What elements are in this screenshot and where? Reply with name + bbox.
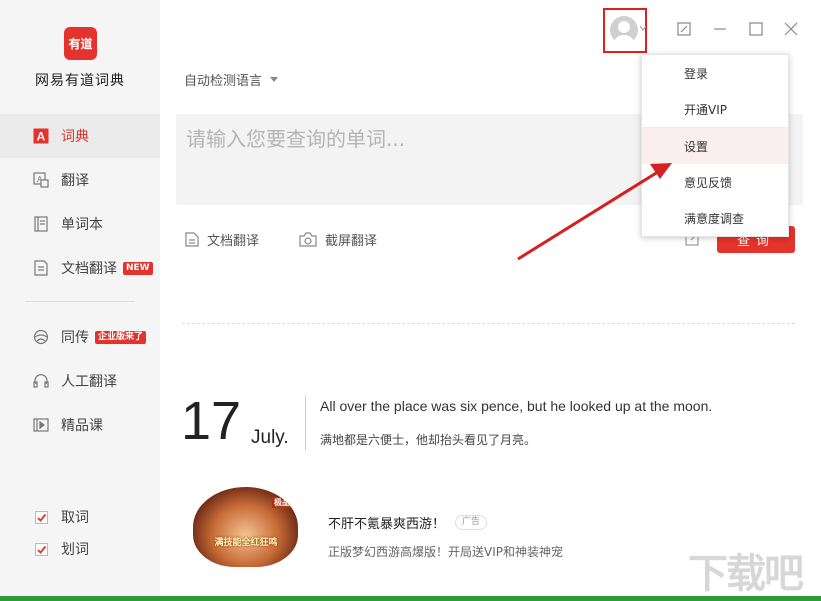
menu-item-login[interactable]: 登录 <box>642 55 788 91</box>
document-icon <box>185 232 199 247</box>
user-menu: 登录 开通VIP 设置 意见反馈 满意度调查 <box>641 54 789 237</box>
ad-title-text: 不肝不氪暴爽西游！ <box>328 517 446 532</box>
translate-icon: A <box>33 172 49 188</box>
sidebar-item-course[interactable]: 精品课 <box>0 403 160 447</box>
menu-item-survey[interactable]: 满意度调查 <box>642 200 788 236</box>
sidebar-item-wordbook[interactable]: 单词本 <box>0 202 160 246</box>
select-word-toggle[interactable]: 划词 <box>35 539 89 559</box>
language-select-label: 自动检测语言 <box>184 74 263 89</box>
sidebar-item-label: 单词本 <box>61 217 103 233</box>
user-avatar-button[interactable] <box>603 8 647 53</box>
course-icon <box>33 417 49 433</box>
ad-title[interactable]: 不肝不氪暴爽西游！ 广告 <box>328 513 488 532</box>
sidebar-item-document-translate[interactable]: 文档翻译 NEW <box>0 246 160 290</box>
select-word-label: 划词 <box>61 542 89 558</box>
daily-month: July. <box>251 427 289 448</box>
sidebar-item-label: 翻译 <box>61 173 89 189</box>
doc-translate-label: 文档翻译 <box>207 234 260 249</box>
document-icon <box>33 260 49 276</box>
chevron-down-icon <box>640 26 646 31</box>
pick-word-toggle[interactable]: 取词 <box>35 507 89 527</box>
maximize-button[interactable] <box>746 19 766 39</box>
daily-sentence-chinese: 满地都是六便士，他却抬头看见了月亮。 <box>320 433 537 447</box>
daily-day: 17 <box>181 391 242 451</box>
screenshot-translate-label: 截屏翻译 <box>325 234 378 249</box>
language-select[interactable]: 自动检测语言 <box>184 70 279 89</box>
doc-translate-link[interactable]: 文档翻译 <box>185 230 259 249</box>
watermark: 下载吧 <box>688 551 804 597</box>
sidebar-item-label: 文档翻译 <box>61 261 117 277</box>
dictionary-icon: A <box>33 128 49 144</box>
window-bottom-edge <box>0 596 821 601</box>
sidebar-item-translate[interactable]: A 翻译 <box>0 158 160 202</box>
menu-item-vip[interactable]: 开通VIP <box>642 91 788 127</box>
close-icon <box>784 22 798 36</box>
sidebar-item-human-translate[interactable]: 人工翻译 <box>0 359 160 403</box>
app-name: 网易有道词典 <box>35 73 125 89</box>
select-word-checkbox[interactable] <box>35 542 48 556</box>
sidebar-item-label: 同传 <box>61 330 89 346</box>
new-badge: NEW <box>123 261 153 275</box>
ad-description[interactable]: 正版梦幻西游高爆版！开局送VIP和神装神宠 <box>328 543 563 560</box>
simultaneous-icon <box>33 329 49 345</box>
section-divider <box>182 323 795 324</box>
camera-icon <box>299 232 317 247</box>
shrink-icon <box>677 22 691 36</box>
ad-image[interactable]: 极品 满技能全红狂鸣 <box>193 487 298 567</box>
ad-image-text: 满技能全红狂鸣 <box>214 538 278 548</box>
minimize-icon <box>714 28 726 30</box>
human-translate-icon <box>33 373 49 389</box>
sidebar-item-label: 人工翻译 <box>61 374 117 390</box>
daily-divider <box>305 396 306 450</box>
check-icon <box>37 545 47 554</box>
pick-word-label: 取词 <box>61 510 89 526</box>
sidebar-item-label: 精品课 <box>61 418 103 434</box>
sidebar-item-simultaneous[interactable]: 同传 企业版来了 <box>0 315 160 359</box>
ad-tag: 广告 <box>455 515 488 530</box>
sidebar-item-dictionary[interactable]: A 词典 <box>0 114 160 158</box>
ad-image-corner: 极品 <box>272 497 292 508</box>
svg-text:A: A <box>37 130 46 144</box>
pick-word-checkbox[interactable] <box>35 510 48 524</box>
caret-down-icon <box>270 77 279 82</box>
menu-item-settings[interactable]: 设置 <box>642 128 788 164</box>
menu-item-feedback[interactable]: 意见反馈 <box>642 164 788 200</box>
screenshot-translate-link[interactable]: 截屏翻译 <box>299 230 377 249</box>
check-icon <box>37 513 47 522</box>
close-button[interactable] <box>781 19 801 39</box>
daily-sentence-english[interactable]: All over the place was six pence, but he… <box>320 398 712 414</box>
maximize-icon <box>749 22 763 36</box>
sidebar-divider <box>25 301 135 302</box>
user-icon <box>614 21 634 44</box>
app-logo: 有道 <box>64 27 97 60</box>
compact-mode-button[interactable] <box>674 19 694 39</box>
wordbook-icon <box>33 216 49 232</box>
avatar <box>610 16 638 44</box>
sidebar: 有道 网易有道词典 A 词典 A 翻译 单词本 文档翻译 NEW 同传 企业版来… <box>0 0 160 601</box>
enterprise-badge: 企业版来了 <box>95 330 147 344</box>
sidebar-item-label: 词典 <box>61 129 89 145</box>
minimize-button[interactable] <box>710 19 730 39</box>
